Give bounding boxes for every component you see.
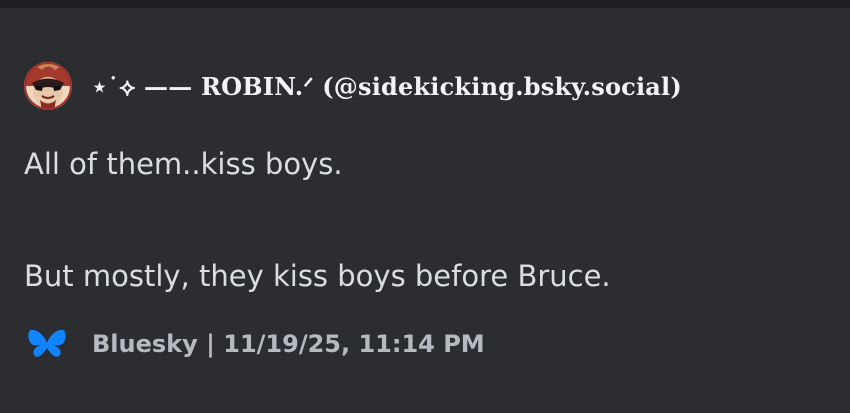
embed-author: ⋆˙⟡ —— ROBIN.ᐟ (@sidekicking.bsky.social… [24, 60, 682, 112]
bluesky-embed-card: ⋆˙⟡ —— ROBIN.ᐟ (@sidekicking.bsky.social… [0, 8, 850, 413]
robin-avatar-icon [24, 62, 72, 110]
bluesky-butterfly-icon [28, 329, 66, 357]
description-line-2 [24, 192, 611, 248]
author-name-link[interactable]: ⋆˙⟡ —— ROBIN.ᐟ (@sidekicking.bsky.social… [92, 72, 682, 101]
description-line-1: All of them..kiss boys. [24, 147, 343, 181]
author-avatar [24, 62, 72, 110]
embed-description: All of them..kiss boys. But mostly, they… [24, 136, 611, 304]
top-divider [0, 0, 850, 8]
description-line-3: But mostly, they kiss boys before Bruce. [24, 259, 611, 293]
embed-footer: Bluesky | 11/19/25, 11:14 PM [28, 324, 485, 364]
footer-timestamp: Bluesky | 11/19/25, 11:14 PM [92, 330, 485, 358]
